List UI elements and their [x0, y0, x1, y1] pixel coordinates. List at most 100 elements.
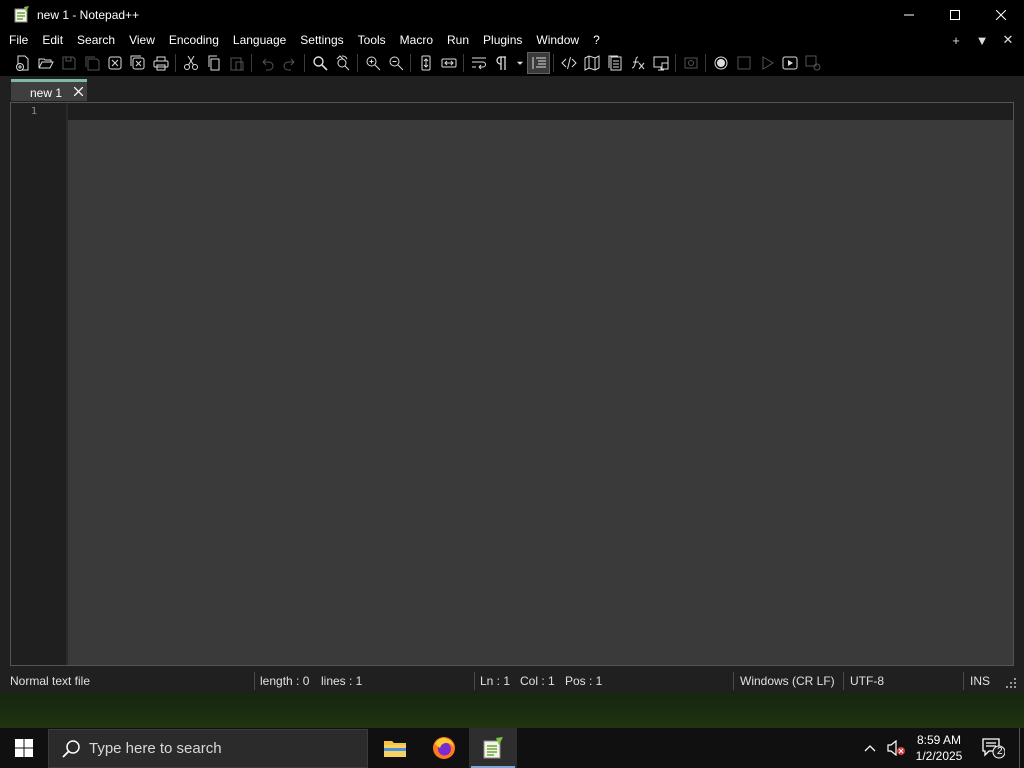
system-clock[interactable]: 8:59 AM 1/2/2025 [910, 732, 968, 764]
save-icon [62, 56, 75, 70]
notification-center-button[interactable]: 2 [978, 728, 1008, 768]
stop-macro-button[interactable] [732, 52, 755, 74]
show-hidden-icons-button[interactable] [860, 728, 880, 768]
text-area[interactable] [68, 120, 1013, 665]
paste-icon [230, 57, 243, 71]
word-wrap-icon [471, 57, 486, 70]
menu-window[interactable]: Window [529, 30, 586, 50]
zoom-in-button[interactable] [361, 52, 384, 74]
zoom-out-button[interactable] [384, 52, 407, 74]
print-button[interactable] [149, 52, 172, 74]
search-input[interactable]: Type here to search [89, 740, 222, 757]
show-all-characters-button[interactable] [490, 52, 513, 74]
zoom-out-icon [389, 56, 403, 71]
document-map-button[interactable] [580, 52, 603, 74]
menu-view[interactable]: View [122, 30, 162, 50]
save-all-button[interactable] [80, 52, 103, 74]
stop-macro-icon [737, 56, 750, 70]
xml-tag-button[interactable] [557, 52, 580, 74]
save-macro-button[interactable] [801, 52, 824, 74]
folder-as-workspace-button[interactable] [649, 52, 672, 74]
status-insert-mode[interactable]: INS [970, 674, 990, 688]
taskbar-notepadpp[interactable] [469, 728, 517, 768]
menu-help[interactable]: ? [586, 30, 607, 50]
close-window-button[interactable] [978, 0, 1024, 30]
save-button[interactable] [57, 52, 80, 74]
start-button[interactable] [0, 728, 48, 768]
close-icon [996, 10, 1006, 20]
title-bar[interactable]: new 1 - Notepad++ [0, 0, 1024, 30]
run-macro-multiple-button[interactable] [778, 52, 801, 74]
cut-icon [183, 55, 198, 70]
undo-button[interactable] [255, 52, 278, 74]
tab-list-dropdown-icon[interactable]: ▼ [974, 30, 990, 50]
taskbar-file-explorer[interactable] [371, 728, 419, 768]
menu-language[interactable]: Language [226, 30, 293, 50]
status-column: Col : 1 [520, 674, 555, 688]
menu-run[interactable]: Run [440, 30, 476, 50]
paste-button[interactable] [225, 52, 248, 74]
menu-encoding[interactable]: Encoding [162, 30, 226, 50]
close-all-button[interactable] [126, 52, 149, 74]
show-symbol-dropdown-button[interactable] [513, 52, 527, 74]
monitoring-button[interactable] [679, 52, 702, 74]
indent-guide-icon [532, 57, 546, 69]
tab-new-1[interactable]: new 1 [11, 79, 87, 101]
current-line-highlight[interactable] [68, 103, 1013, 120]
status-encoding[interactable]: UTF-8 [850, 674, 884, 688]
toolbar-separator [357, 54, 358, 72]
function-list-button[interactable] [626, 52, 649, 74]
record-macro-button[interactable] [709, 52, 732, 74]
copy-icon [208, 55, 219, 71]
menu-macro[interactable]: Macro [393, 30, 440, 50]
line-number-gutter[interactable]: 1 [11, 103, 66, 665]
close-file-button[interactable] [103, 52, 126, 74]
document-list-button[interactable] [603, 52, 626, 74]
run-macro-multiple-icon [782, 56, 797, 70]
maximize-button[interactable] [932, 0, 978, 30]
find-icon [312, 56, 328, 71]
toolbar-separator [463, 54, 464, 72]
menu-search[interactable]: Search [70, 30, 122, 50]
find-button[interactable] [308, 52, 331, 74]
indent-guide-button[interactable] [527, 52, 550, 74]
open-file-button[interactable] [34, 52, 57, 74]
menu-plugins[interactable]: Plugins [476, 30, 529, 50]
document-map-icon [584, 55, 599, 71]
status-separator [963, 672, 964, 690]
open-file-icon [38, 58, 54, 69]
new-tab-plus-icon[interactable]: + [948, 30, 964, 50]
redo-button[interactable] [278, 52, 301, 74]
show-desktop-button[interactable] [1019, 728, 1024, 768]
editor-area[interactable]: 1 [10, 102, 1014, 666]
sync-vertical-button[interactable] [414, 52, 437, 74]
replace-button[interactable] [331, 52, 354, 74]
close-document-icon[interactable]: ✕ [1000, 30, 1016, 50]
resize-grip-icon[interactable] [1006, 678, 1016, 688]
word-wrap-button[interactable] [467, 52, 490, 74]
taskbar-search-box[interactable]: Type here to search [48, 729, 368, 768]
volume-button[interactable] [884, 728, 908, 768]
close-file-icon [108, 56, 121, 70]
tab-close-icon[interactable] [71, 84, 85, 98]
menu-settings[interactable]: Settings [293, 30, 350, 50]
redo-icon [283, 58, 294, 71]
play-macro-icon [762, 56, 774, 70]
status-file-type: Normal text file [10, 674, 91, 688]
status-eol-format[interactable]: Windows (CR LF) [740, 674, 835, 688]
minimize-icon [904, 14, 914, 16]
new-file-button[interactable] [11, 52, 34, 74]
menu-file[interactable]: File [0, 30, 35, 50]
play-macro-button[interactable] [755, 52, 778, 74]
print-icon [153, 56, 168, 71]
minimize-button[interactable] [886, 0, 932, 30]
menu-tools[interactable]: Tools [351, 30, 393, 50]
cut-button[interactable] [179, 52, 202, 74]
sync-horizontal-button[interactable] [437, 52, 460, 74]
taskbar-firefox[interactable] [420, 728, 468, 768]
notepadpp-app-icon[interactable] [14, 6, 30, 23]
menu-edit[interactable]: Edit [35, 30, 70, 50]
copy-button[interactable] [202, 52, 225, 74]
line-number: 1 [31, 106, 38, 117]
status-separator [474, 672, 475, 690]
